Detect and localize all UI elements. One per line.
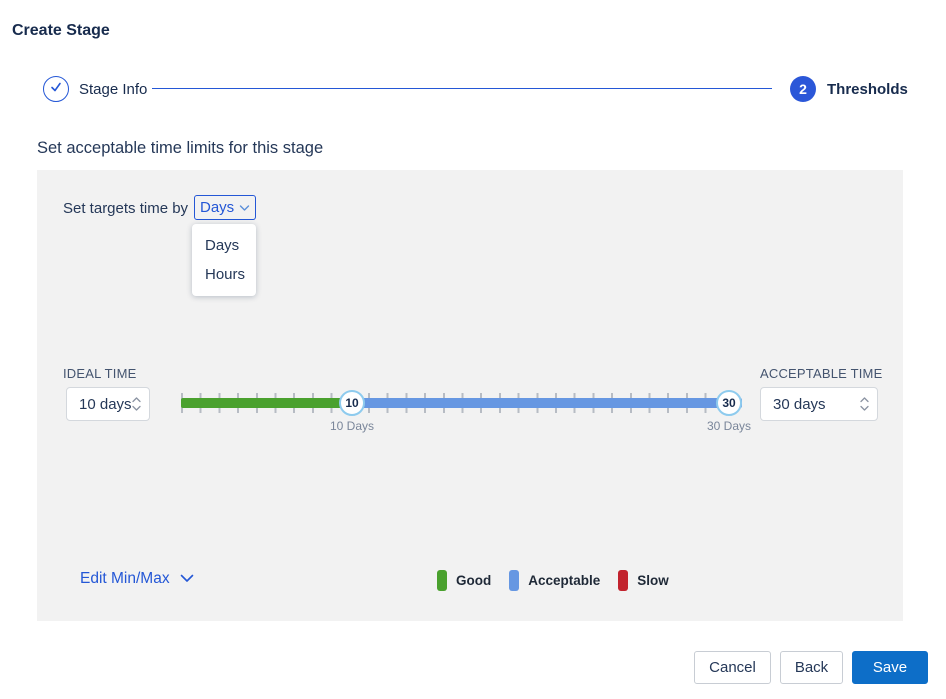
ideal-time-input[interactable]: 10 days <box>66 387 150 421</box>
legend-swatch-acceptable <box>509 570 519 591</box>
ideal-time-value: 10 days <box>79 396 132 413</box>
slider-handle-max-value: 30 <box>722 396 735 410</box>
legend-swatch-slow <box>618 570 628 591</box>
unit-option-hours[interactable]: Hours <box>192 260 256 289</box>
chevron-down-icon <box>180 570 194 588</box>
step-1-label[interactable]: Stage Info <box>79 81 147 98</box>
ideal-time-label: IDEAL TIME <box>63 366 137 381</box>
ideal-time-stepper[interactable] <box>132 397 141 411</box>
chevron-down-icon <box>239 199 250 216</box>
legend-item-acceptable: Acceptable <box>509 570 600 591</box>
slider-min-caption: 10 Days <box>322 419 382 433</box>
page-title: Create Stage <box>12 22 110 40</box>
unit-dropdown-menu: Days Hours <box>192 224 256 296</box>
legend-label-good: Good <box>456 573 491 588</box>
legend-item-slow: Slow <box>618 570 669 591</box>
time-range-slider-track[interactable] <box>181 398 742 408</box>
cancel-button[interactable]: Cancel <box>694 651 771 684</box>
set-targets-label: Set targets time by <box>63 200 188 217</box>
legend: Good Acceptable Slow <box>437 570 669 591</box>
slider-segment-good <box>181 398 352 408</box>
step-2-active-indicator[interactable]: 2 <box>790 76 816 102</box>
edit-minmax-label: Edit Min/Max <box>80 570 170 588</box>
acceptable-time-value: 30 days <box>773 396 826 413</box>
step-2-label[interactable]: Thresholds <box>827 81 908 98</box>
legend-item-good: Good <box>437 570 491 591</box>
edit-minmax-link[interactable]: Edit Min/Max <box>80 570 194 588</box>
stepper-down-icon <box>132 405 141 411</box>
stepper-down-icon <box>860 405 869 411</box>
unit-option-days[interactable]: Days <box>192 231 256 260</box>
slider-segment-acceptable <box>352 398 742 408</box>
section-heading: Set acceptable time limits for this stag… <box>37 139 323 158</box>
unit-select-value: Days <box>200 199 234 216</box>
slider-max-caption: 30 Days <box>699 419 759 433</box>
slider-handle-max[interactable]: 30 <box>716 390 742 416</box>
legend-label-slow: Slow <box>637 573 669 588</box>
check-icon <box>49 80 63 99</box>
unit-select-dropdown[interactable]: Days <box>194 195 256 220</box>
acceptable-time-label: ACCEPTABLE TIME <box>760 366 882 381</box>
step-2-number: 2 <box>799 81 807 97</box>
stepper-up-icon <box>132 397 141 403</box>
slider-handle-min[interactable]: 10 <box>339 390 365 416</box>
create-stage-dialog: Create Stage Stage Info 2 Thresholds Set… <box>0 0 946 699</box>
legend-label-acceptable: Acceptable <box>528 573 600 588</box>
acceptable-time-input[interactable]: 30 days <box>760 387 878 421</box>
step-1-complete-indicator[interactable] <box>43 76 69 102</box>
stepper-up-icon <box>860 397 869 403</box>
acceptable-time-stepper[interactable] <box>860 397 869 411</box>
slider-handle-min-value: 10 <box>345 396 358 410</box>
legend-swatch-good <box>437 570 447 591</box>
stepper-connector-line <box>152 88 772 89</box>
save-button[interactable]: Save <box>852 651 928 684</box>
back-button[interactable]: Back <box>780 651 843 684</box>
